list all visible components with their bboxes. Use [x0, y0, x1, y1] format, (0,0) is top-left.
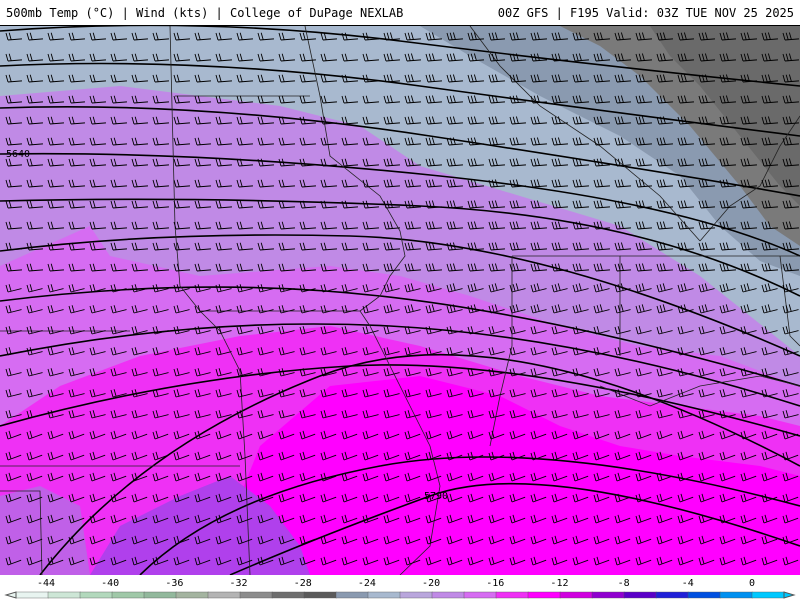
colorbar-tick-label: -40: [101, 578, 119, 589]
colorbar-swatch: [623, 591, 657, 599]
colorbar-swatch: [495, 591, 529, 599]
colorbar-tick-label: -32: [230, 578, 248, 589]
weather-map[interactable]: 5640 5790: [0, 26, 800, 575]
model-run-info: 00Z GFS | F195 Valid: 03Z TUE NOV 25 202…: [497, 6, 794, 20]
colorbar-tick-label: -4: [682, 578, 694, 589]
colorbar-tick-label: -20: [422, 578, 440, 589]
colorbar-swatch: [431, 591, 465, 599]
colorbar-swatch: [463, 591, 497, 599]
colorbar-swatch: [687, 591, 721, 599]
colorbar-swatch: [367, 591, 401, 599]
colorbar-swatch: [751, 591, 785, 599]
colorbar-swatch: [175, 591, 209, 599]
map-title: 500mb Temp (°C) | Wind (kts) | College o…: [6, 6, 404, 20]
colorbar-tick-label: -12: [550, 578, 568, 589]
colorbar-swatch: [655, 591, 689, 599]
colorbar-tick-label: 0: [749, 578, 755, 589]
colorbar-swatch: [591, 591, 625, 599]
colorbar-tick-label: -24: [358, 578, 376, 589]
colorbar-swatch: [111, 591, 145, 599]
colorbar-right-arrow: [783, 591, 796, 599]
colorbar-tick-label: -16: [486, 578, 504, 589]
colorbar-tick-label: -28: [294, 578, 312, 589]
colorbar-swatch: [239, 591, 273, 599]
colorbar-tick-label: -36: [165, 578, 183, 589]
colorbar-swatch: [335, 591, 369, 599]
temperature-colorbar: -44 -40 -36 -32 -28 -24 -20 -16 -12 -8 -4 0: [0, 575, 800, 600]
map-header: 500mb Temp (°C) | Wind (kts) | College o…: [0, 0, 800, 26]
contour-label-5640: 5640: [6, 149, 30, 160]
colorbar-left-arrow: [4, 591, 17, 599]
colorbar-swatch: [527, 591, 561, 599]
colorbar-tick-label: -44: [37, 578, 55, 589]
colorbar-swatch: [143, 591, 177, 599]
colorbar-swatch: [303, 591, 337, 599]
colorbar-swatch: [559, 591, 593, 599]
colorbar-swatch: [207, 591, 241, 599]
colorbar-swatch: [47, 591, 81, 599]
map-canvas: 5640 5790: [0, 26, 800, 575]
colorbar-tick-label: -8: [618, 578, 630, 589]
colorbar-swatch: [271, 591, 305, 599]
colorbar-swatch: [399, 591, 433, 599]
colorbar-swatch: [79, 591, 113, 599]
colorbar-swatch: [719, 591, 753, 599]
colorbar-swatch: [15, 591, 49, 599]
